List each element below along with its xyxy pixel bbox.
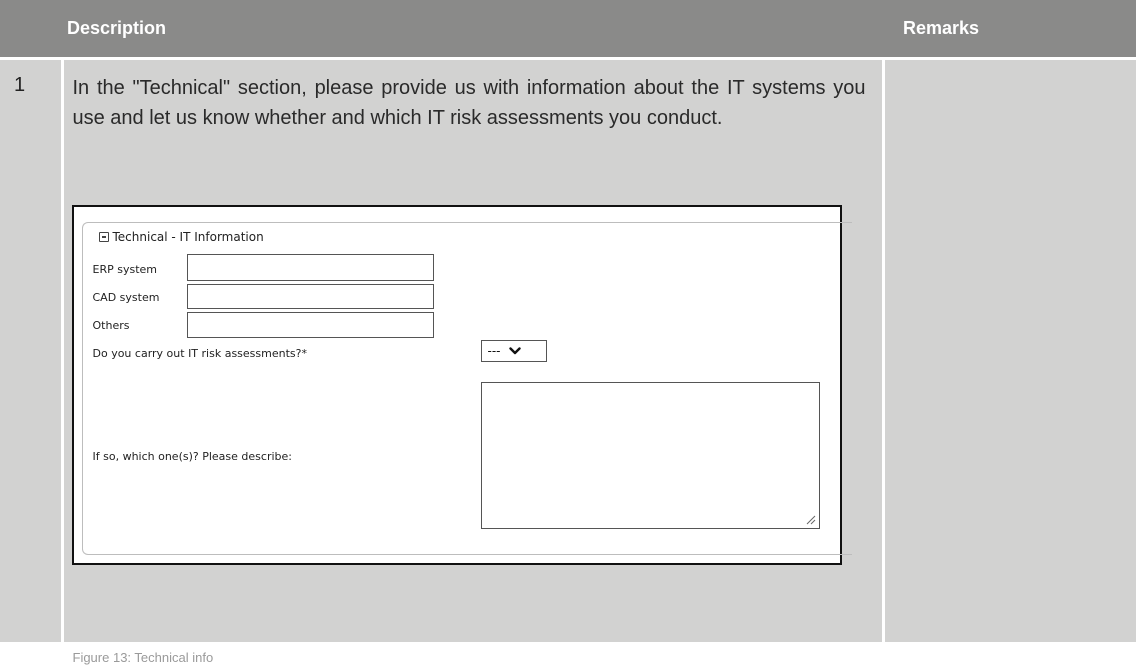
erp-system-label: ERP system — [92, 263, 158, 276]
header-remarks-cell: Remarks — [883, 0, 1136, 60]
resize-handle-icon[interactable] — [804, 513, 816, 525]
risk-assessment-selected: --- — [487, 344, 501, 358]
row-description-text: In the "Technical" section, please provi… — [72, 77, 866, 129]
chevron-down-icon — [508, 347, 521, 355]
collapse-toggle-icon[interactable] — [98, 232, 109, 242]
header-remarks-label: Remarks — [903, 18, 980, 38]
others-label: Others — [92, 319, 130, 332]
others-input[interactable] — [186, 312, 434, 338]
risk-assessment-label: Do you carry out IT risk assessments?* — [92, 347, 307, 360]
describe-label: If so, which one(s)? Please describe: — [92, 450, 292, 463]
cad-system-input[interactable] — [186, 284, 434, 309]
erp-system-input[interactable] — [186, 254, 434, 281]
table-row: 1 In the "Technical" section, please pro… — [0, 58, 1136, 665]
fieldset-legend[interactable]: Technical - IT Information — [94, 230, 270, 244]
header-description-cell: Description — [62, 0, 883, 60]
technical-fieldset: Technical - IT Information ERP system CA… — [81, 222, 852, 555]
table-header-row: Description Remarks — [0, 0, 1136, 60]
header-number-cell — [0, 0, 62, 60]
header-description-label: Description — [67, 18, 167, 38]
technical-form-screenshot: Technical - IT Information ERP system CA… — [71, 205, 852, 565]
row-remarks-cell — [883, 58, 1136, 642]
risk-assessment-select[interactable]: --- — [480, 340, 547, 362]
row-description-cell: In the "Technical" section, please provi… — [62, 58, 885, 665]
figure-caption: Figure 13: Technical info — [72, 650, 214, 665]
instructions-table: Description Remarks 1 In the "Technical"… — [0, 0, 1136, 665]
describe-textarea[interactable] — [480, 382, 820, 529]
row-number: 1 — [14, 74, 26, 96]
fieldset-legend-label: Technical - IT Information — [112, 230, 264, 244]
row-number-cell: 1 — [0, 58, 64, 642]
cad-system-label: CAD system — [92, 291, 160, 304]
